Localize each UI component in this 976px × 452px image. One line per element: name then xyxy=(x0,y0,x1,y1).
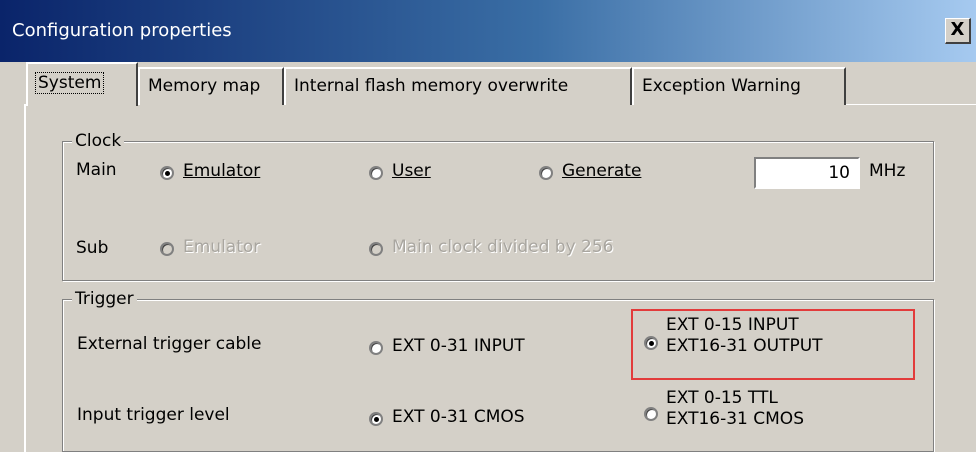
tab-system-label: System xyxy=(34,72,105,94)
main-emulator-label: Emulator xyxy=(183,161,261,181)
tab-memory-map-label: Memory map xyxy=(148,76,261,96)
sub-main-divided-radio[interactable] xyxy=(369,242,383,256)
cable-split-line1: EXT 0-15 INPUT xyxy=(666,315,799,335)
main-user-label: User xyxy=(392,161,431,181)
trigger-group-legend: Trigger xyxy=(72,289,137,309)
level-ext-0-31-cmos-radio[interactable] xyxy=(369,412,383,426)
main-emulator-option[interactable]: Emulator xyxy=(183,161,260,181)
level-split-line2: EXT16-31 CMOS xyxy=(666,409,804,429)
level-ext-0-31-cmos-label[interactable]: EXT 0-31 CMOS xyxy=(392,407,525,427)
tab-internal-flash[interactable]: Internal flash memory overwrite xyxy=(284,67,632,105)
tab-exception-warning[interactable]: Exception Warning xyxy=(632,67,846,105)
main-user-radio[interactable] xyxy=(369,166,383,180)
close-button[interactable]: X xyxy=(945,18,971,44)
external-trigger-cable-label: External trigger cable xyxy=(77,334,262,354)
tab-exception-warning-label: Exception Warning xyxy=(642,76,801,96)
input-trigger-level-label: Input trigger level xyxy=(77,405,230,425)
main-generate-option[interactable]: Generate xyxy=(562,161,641,181)
level-split-radio[interactable] xyxy=(644,407,658,421)
cable-split-line2: EXT16-31 OUTPUT xyxy=(666,336,823,356)
main-user-option[interactable]: User xyxy=(392,161,431,181)
level-split-line1: EXT 0-15 TTL xyxy=(666,388,778,408)
clock-group-legend: Clock xyxy=(72,131,125,151)
main-generate-label: Generate xyxy=(562,161,642,181)
tab-system[interactable]: System xyxy=(26,62,138,106)
main-generate-radio[interactable] xyxy=(539,166,553,180)
frequency-unit: MHz xyxy=(869,161,906,181)
tab-memory-map[interactable]: Memory map xyxy=(138,67,284,105)
close-icon: X xyxy=(950,19,965,40)
cable-ext-0-31-input-label[interactable]: EXT 0-31 INPUT xyxy=(392,336,525,356)
sub-emulator-radio[interactable] xyxy=(160,242,174,256)
main-emulator-radio[interactable] xyxy=(160,166,174,180)
clock-sub-label: Sub xyxy=(76,238,109,258)
clock-main-label: Main xyxy=(76,160,117,180)
level-split-option[interactable]: EXT 0-15 TTL EXT16-31 CMOS xyxy=(666,388,804,430)
window-title: Configuration properties xyxy=(12,20,232,41)
frequency-input[interactable]: 10 xyxy=(754,157,860,189)
cable-split-option[interactable]: EXT 0-15 INPUT EXT16-31 OUTPUT xyxy=(666,315,823,357)
sub-main-divided-label[interactable]: Main clock divided by 256 xyxy=(392,237,614,257)
cable-split-radio[interactable] xyxy=(644,336,658,350)
tab-internal-flash-label: Internal flash memory overwrite xyxy=(294,76,569,96)
cable-ext-0-31-input-radio[interactable] xyxy=(369,341,383,355)
sub-emulator-label[interactable]: Emulator xyxy=(183,237,260,257)
